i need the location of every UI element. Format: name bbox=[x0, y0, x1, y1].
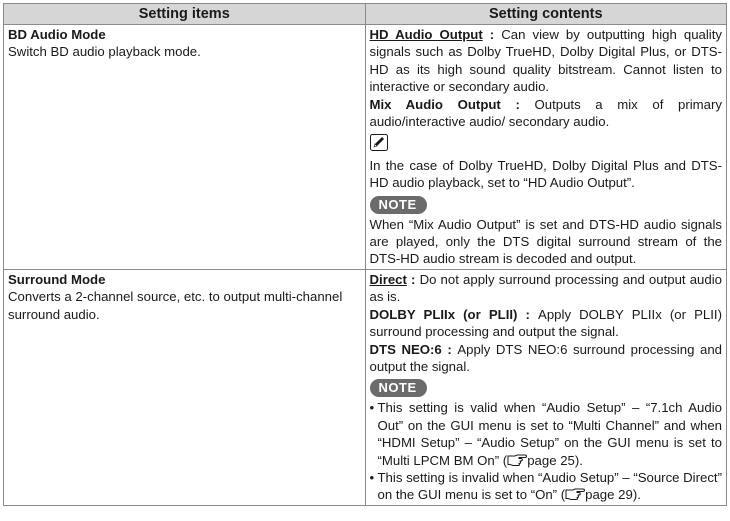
option-separator: : bbox=[482, 27, 502, 42]
setting-name: BD Audio Mode bbox=[8, 27, 106, 42]
note-item-text: This setting is invalid when “Audio Setu… bbox=[377, 469, 723, 503]
option-separator: : bbox=[517, 306, 539, 322]
column-header-setting-contents: Setting contents bbox=[364, 3, 727, 25]
option-term: DOLBY PLIIx (or PLII) bbox=[369, 306, 518, 322]
table-row-bd-audio-mode: BD Audio Mode Switch BD audio playback m… bbox=[3, 24, 727, 270]
option-description: DOLBY PLIIx (or PLII) : Apply DOLBY PLII… bbox=[370, 306, 723, 341]
pointing-hand-icon bbox=[565, 488, 586, 501]
setting-item-cell: Surround Mode Converts a 2-channel sourc… bbox=[3, 268, 366, 506]
setting-description: Switch BD audio playback mode. bbox=[8, 44, 201, 60]
option-separator: : bbox=[441, 341, 458, 357]
setting-item-cell: BD Audio Mode Switch BD audio playback m… bbox=[3, 24, 366, 270]
option-description: Mix Audio Output : Outputs a mix of prim… bbox=[370, 96, 723, 131]
setting-contents-cell: HD Audio Output : Can view by outputting… bbox=[364, 24, 727, 270]
option-description: DTS NEO:6 : Apply DTS NEO:6 surround pro… bbox=[370, 341, 723, 376]
note-list-item: This setting is invalid when “Audio Setu… bbox=[370, 469, 723, 504]
setting-contents-cell: Direct : Do not apply surround processin… bbox=[364, 268, 727, 506]
note-list: This setting is valid when “Audio Setup”… bbox=[370, 399, 723, 503]
page-reference[interactable]: page 29 bbox=[585, 487, 633, 502]
option-term: Mix Audio Output bbox=[369, 96, 501, 112]
option-term: HD Audio Output bbox=[369, 27, 483, 42]
option-term: Direct bbox=[369, 271, 407, 287]
note-badge: NOTE bbox=[369, 379, 427, 398]
settings-table: Setting items Setting contents BD Audio … bbox=[3, 3, 727, 506]
option-description: Direct : Do not apply surround processin… bbox=[370, 271, 723, 306]
pencil-memo-icon bbox=[369, 130, 723, 156]
option-separator: : bbox=[406, 271, 420, 287]
note-list-item: This setting is valid when “Audio Setup”… bbox=[370, 399, 723, 469]
memo-text: In the case of Dolby TrueHD, Dolby Digit… bbox=[369, 157, 723, 191]
table-header-row: Setting items Setting contents bbox=[3, 3, 727, 25]
note-item-tail: ). bbox=[632, 487, 641, 503]
setting-description: Converts a 2-channel source, etc. to out… bbox=[8, 289, 343, 322]
note-item-tail: ). bbox=[574, 452, 583, 468]
option-text: Do not apply surround processing and out… bbox=[369, 271, 723, 305]
note-badge: NOTE bbox=[369, 195, 427, 214]
option-separator: : bbox=[500, 96, 535, 112]
option-term: DTS NEO:6 bbox=[369, 341, 442, 357]
column-header-setting-items: Setting items bbox=[3, 3, 366, 25]
setting-name: Surround Mode bbox=[8, 271, 106, 287]
table-row-surround-mode: Surround Mode Converts a 2-channel sourc… bbox=[3, 268, 727, 506]
option-description: HD Audio Output : Can view by outputting… bbox=[370, 26, 723, 96]
note-text: When “Mix Audio Output” is set and DTS-H… bbox=[369, 216, 723, 267]
pointing-hand-icon bbox=[507, 454, 528, 466]
page-reference[interactable]: page 25 bbox=[527, 453, 575, 468]
